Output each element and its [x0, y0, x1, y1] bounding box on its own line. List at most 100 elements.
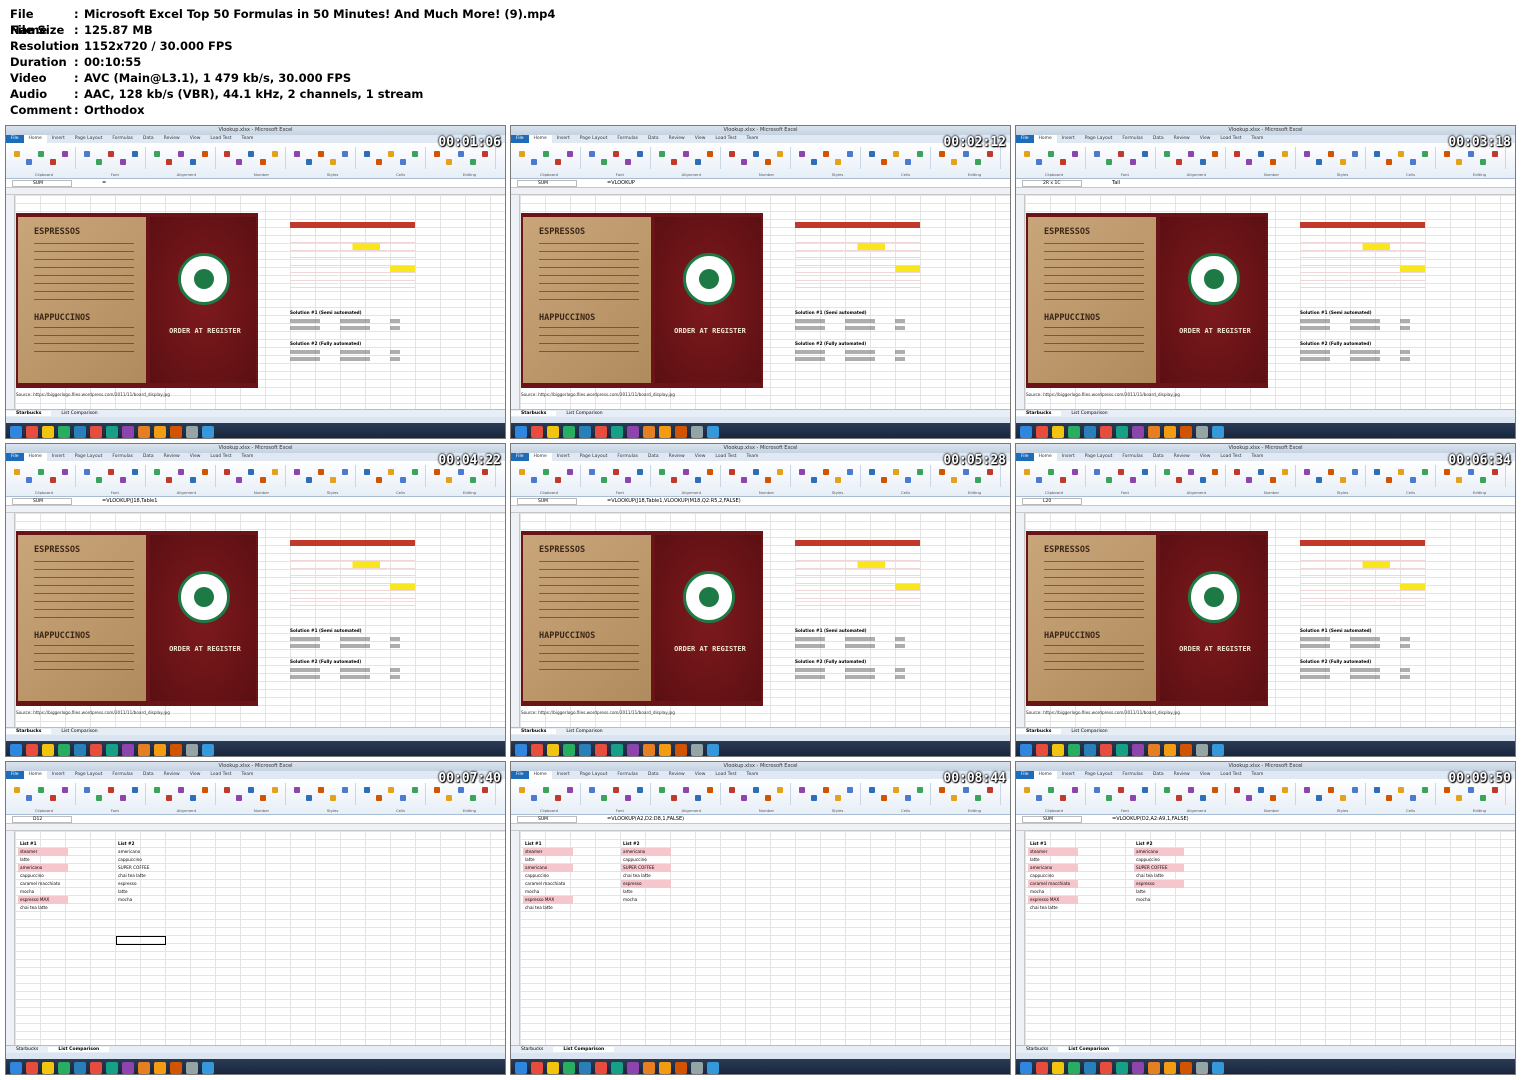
ribbon-tool-icon[interactable]: [412, 151, 418, 157]
list1-item[interactable]: mocha: [18, 888, 68, 896]
ribbon-tool-icon[interactable]: [753, 151, 759, 157]
taskbar-app-icon[interactable]: [1020, 425, 1032, 438]
ribbon-tool-icon[interactable]: [707, 787, 713, 793]
ribbon-tab-view[interactable]: View: [185, 135, 206, 143]
name-box[interactable]: SUM: [517, 816, 577, 823]
ribbon-tab-view[interactable]: View: [1195, 771, 1216, 779]
ribbon-tab-page-layout[interactable]: Page Layout: [70, 453, 108, 461]
ribbon-tab-insert[interactable]: Insert: [552, 771, 575, 779]
ribbon-tool-icon[interactable]: [224, 787, 230, 793]
ribbon-tool-icon[interactable]: [342, 787, 348, 793]
ribbon-tool-icon[interactable]: [482, 787, 488, 793]
price-table-row[interactable]: [795, 243, 920, 251]
ribbon-tool-icon[interactable]: [707, 469, 713, 475]
sheet-tab-starbucks[interactable]: Starbucks: [6, 729, 52, 734]
taskbar-app-icon[interactable]: [26, 743, 38, 756]
ribbon-tool-icon[interactable]: [294, 151, 300, 157]
ribbon-tool-icon[interactable]: [364, 787, 370, 793]
ribbon-tab-page-layout[interactable]: Page Layout: [1080, 771, 1118, 779]
ribbon-tool-icon[interactable]: [1164, 469, 1170, 475]
ribbon-tool-icon[interactable]: [62, 469, 68, 475]
ribbon-tab-formulas[interactable]: Formulas: [612, 453, 643, 461]
taskbar-app-icon[interactable]: [42, 1061, 54, 1074]
ribbon-tab-load-test[interactable]: Load Test: [205, 135, 236, 143]
taskbar-app-icon[interactable]: [595, 743, 607, 756]
price-table-row[interactable]: [1300, 250, 1425, 258]
sheet-tab-starbucks[interactable]: Starbucks: [511, 411, 557, 416]
ribbon-tool-icon[interactable]: [154, 151, 160, 157]
ribbon-tool-icon[interactable]: [260, 795, 266, 801]
price-table-row[interactable]: [1300, 280, 1425, 288]
ribbon-tool-icon[interactable]: [1398, 787, 1404, 793]
price-table-row[interactable]: [1300, 265, 1425, 273]
ribbon-tab-insert[interactable]: Insert: [1057, 135, 1080, 143]
ribbon-tool-icon[interactable]: [306, 477, 312, 483]
price-table-row[interactable]: [1300, 235, 1425, 243]
ribbon-tool-icon[interactable]: [446, 795, 452, 801]
ribbon-tool-icon[interactable]: [1176, 159, 1182, 165]
ribbon-tab-page-layout[interactable]: Page Layout: [1080, 135, 1118, 143]
ribbon-tool-icon[interactable]: [412, 787, 418, 793]
taskbar-app-icon[interactable]: [170, 743, 182, 756]
ribbon-tool-icon[interactable]: [671, 159, 677, 165]
ribbon-tool-icon[interactable]: [1340, 159, 1346, 165]
taskbar-app-icon[interactable]: [1052, 425, 1064, 438]
ribbon-tool-icon[interactable]: [567, 469, 573, 475]
ribbon-tool-icon[interactable]: [1386, 159, 1392, 165]
ribbon-tool-icon[interactable]: [1072, 151, 1078, 157]
ribbon-tool-icon[interactable]: [1444, 151, 1450, 157]
price-table[interactable]: [290, 540, 415, 610]
ribbon-tab-insert[interactable]: Insert: [47, 453, 70, 461]
ribbon-tool-icon[interactable]: [1234, 787, 1240, 793]
ribbon-tool-icon[interactable]: [811, 795, 817, 801]
ribbon-tab-review[interactable]: Review: [664, 453, 690, 461]
price-table-row[interactable]: [290, 250, 415, 258]
ribbon-tool-icon[interactable]: [939, 787, 945, 793]
taskbar-app-icon[interactable]: [1132, 425, 1144, 438]
ribbon-tool-icon[interactable]: [741, 159, 747, 165]
ribbon-tab-home[interactable]: Home: [1033, 771, 1057, 779]
taskbar-app-icon[interactable]: [186, 1061, 198, 1074]
ribbon-tool-icon[interactable]: [963, 469, 969, 475]
taskbar-app-icon[interactable]: [1116, 425, 1128, 438]
ribbon-tool-icon[interactable]: [364, 469, 370, 475]
ribbon-tab-file[interactable]: File: [1016, 135, 1034, 143]
ribbon-tool-icon[interactable]: [987, 469, 993, 475]
ribbon-tool-icon[interactable]: [434, 469, 440, 475]
ribbon-tab-team[interactable]: Team: [1247, 771, 1269, 779]
taskbar-app-icon[interactable]: [547, 425, 559, 438]
price-table-row[interactable]: [795, 250, 920, 258]
price-table-row[interactable]: [795, 568, 920, 576]
taskbar-app-icon[interactable]: [1148, 1061, 1160, 1074]
taskbar-app-icon[interactable]: [515, 1061, 527, 1074]
ribbon-tool-icon[interactable]: [1492, 787, 1498, 793]
ribbon-tool-icon[interactable]: [1130, 477, 1136, 483]
ribbon-tool-icon[interactable]: [531, 477, 537, 483]
ribbon-tab-home[interactable]: Home: [528, 135, 552, 143]
ribbon-tab-formulas[interactable]: Formulas: [1117, 771, 1148, 779]
sheet-tab-list-comparison[interactable]: List Comparison: [51, 729, 107, 734]
price-table-row[interactable]: [1300, 576, 1425, 584]
taskbar-app-icon[interactable]: [138, 1061, 150, 1074]
ribbon-tab-team[interactable]: Team: [237, 771, 259, 779]
ribbon-tab-page-layout[interactable]: Page Layout: [575, 771, 613, 779]
taskbar-app-icon[interactable]: [563, 743, 575, 756]
ribbon-tool-icon[interactable]: [1246, 477, 1252, 483]
sheet-tab-starbucks[interactable]: Starbucks: [511, 729, 557, 734]
ribbon-tool-icon[interactable]: [1142, 787, 1148, 793]
taskbar-app-icon[interactable]: [531, 743, 543, 756]
ribbon-tool-icon[interactable]: [777, 151, 783, 157]
ribbon-tool-icon[interactable]: [987, 151, 993, 157]
ribbon-tool-icon[interactable]: [1468, 469, 1474, 475]
taskbar-app-icon[interactable]: [627, 425, 639, 438]
ribbon-tool-icon[interactable]: [1316, 159, 1322, 165]
ribbon-tool-icon[interactable]: [458, 469, 464, 475]
list1-item[interactable]: caramel macchiato: [523, 880, 573, 888]
ribbon-tool-icon[interactable]: [869, 787, 875, 793]
ribbon-tool-icon[interactable]: [1316, 795, 1322, 801]
taskbar-app-icon[interactable]: [170, 425, 182, 438]
taskbar-app-icon[interactable]: [1196, 1061, 1208, 1074]
ribbon-tab-file[interactable]: File: [1016, 453, 1034, 461]
ribbon-tool-icon[interactable]: [84, 151, 90, 157]
ribbon-tool-icon[interactable]: [1118, 151, 1124, 157]
